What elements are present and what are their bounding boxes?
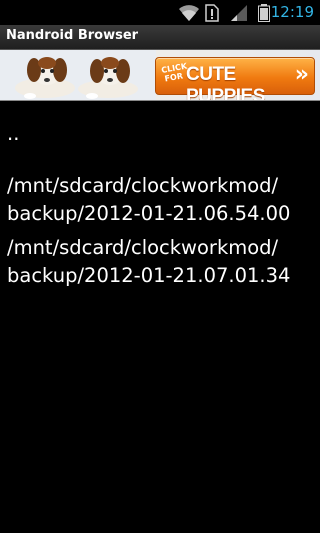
list-item[interactable]: /mnt/sdcard/clockworkmod/ backup/2012-01… bbox=[7, 172, 313, 228]
sim-alert-icon bbox=[204, 4, 220, 26]
backup-path-line1: /mnt/sdcard/clockworkmod/ bbox=[7, 236, 279, 259]
puppies-image bbox=[0, 50, 156, 100]
ad-banner[interactable]: CLICK FOR CUTE PUPPIES » bbox=[0, 50, 320, 101]
backup-path-line1: /mnt/sdcard/clockworkmod/ bbox=[7, 174, 279, 197]
app-title-bar: Nandroid Browser bbox=[0, 25, 320, 50]
app-title: Nandroid Browser bbox=[6, 28, 139, 43]
backup-path-line2: backup/2012-01-21.06.54.00 bbox=[7, 202, 291, 225]
status-clock: 12:19 bbox=[270, 3, 314, 21]
ad-cta-button[interactable]: CLICK FOR CUTE PUPPIES » bbox=[155, 57, 315, 100]
signal-icon bbox=[230, 4, 248, 26]
battery-icon bbox=[258, 4, 270, 26]
list-item[interactable]: /mnt/sdcard/clockworkmod/ backup/2012-01… bbox=[7, 234, 313, 290]
parent-directory-label: .. bbox=[7, 122, 20, 145]
wifi-icon bbox=[178, 4, 200, 26]
chevron-double-right-icon: » bbox=[294, 62, 309, 87]
status-bar: 12:19 bbox=[0, 0, 320, 25]
parent-directory-item[interactable]: .. bbox=[7, 120, 313, 148]
ad-click-label: CLICK FOR bbox=[160, 61, 188, 84]
backup-path-line2: backup/2012-01-21.07.01.34 bbox=[7, 264, 291, 287]
